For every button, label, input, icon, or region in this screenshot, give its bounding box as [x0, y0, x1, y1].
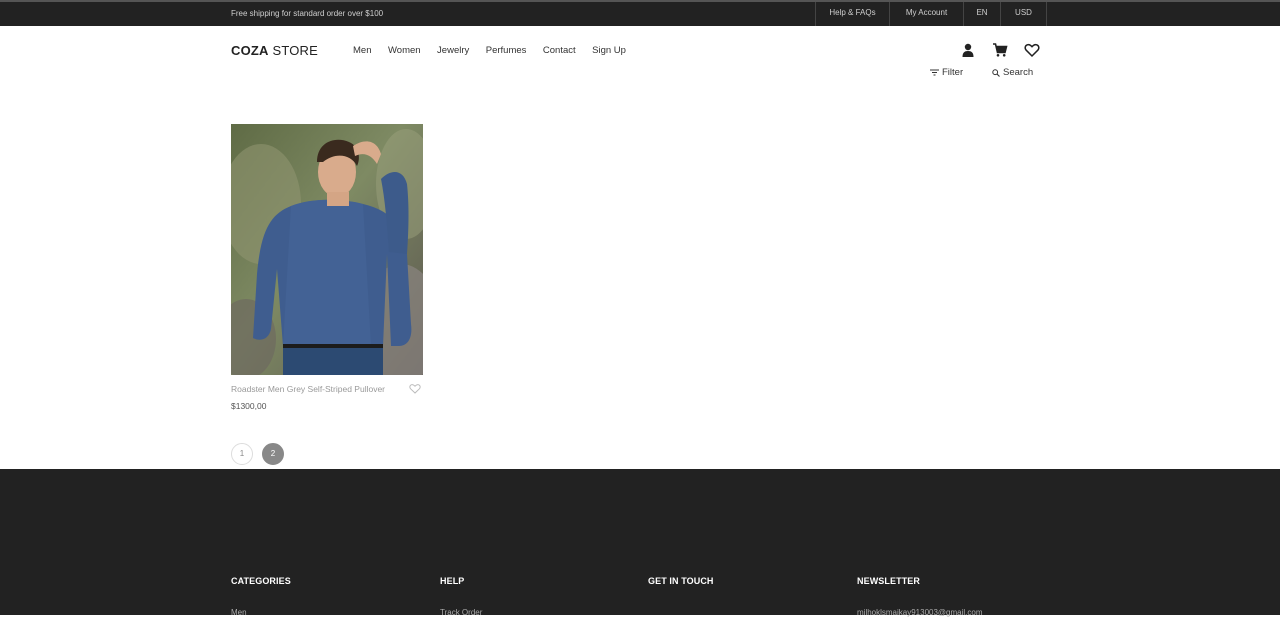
product-card: Roadster Men Grey Self-Striped Pullover … [231, 124, 423, 411]
nav-jewelry[interactable]: Jewelry [437, 45, 469, 56]
footer-category-link[interactable]: Men [231, 608, 291, 617]
nav-men[interactable]: Men [353, 45, 371, 56]
footer: CATEGORIES Men HELP Track Order GET IN T… [0, 469, 1280, 617]
store-logo[interactable]: COZA STORE [231, 43, 318, 58]
pagination: 1 2 [231, 443, 284, 465]
top-bar: Free shipping for standard order over $1… [0, 0, 1280, 26]
main-header: COZA STORE Men Women Jewelry Perfumes Co… [0, 26, 1280, 96]
footer-help-link[interactable]: Track Order [440, 608, 482, 617]
search-icon [992, 68, 1000, 77]
wishlist-heart-icon[interactable] [409, 383, 421, 394]
footer-categories-title: CATEGORIES [231, 576, 291, 586]
nav-contact[interactable]: Contact [543, 45, 576, 56]
footer-contact: GET IN TOUCH [648, 576, 714, 586]
page-1-button[interactable]: 1 [231, 443, 253, 465]
footer-help-title: HELP [440, 576, 465, 586]
filter-label: Filter [942, 67, 964, 78]
help-faqs-link[interactable]: Help & FAQs [815, 2, 889, 26]
language-selector[interactable]: EN [963, 2, 1000, 26]
main-nav: Men Women Jewelry Perfumes Contact Sign … [353, 45, 642, 56]
product-price: $1300,00 [231, 401, 267, 411]
newsletter-email-input[interactable]: milhoklsmaikay913003@gmail.com [857, 608, 983, 617]
nav-perfumes[interactable]: Perfumes [486, 45, 527, 56]
top-links: Help & FAQs My Account EN USD [815, 2, 1047, 26]
currency-selector[interactable]: USD [1000, 2, 1047, 26]
nav-sign-up[interactable]: Sign Up [592, 45, 626, 56]
user-icon[interactable] [960, 42, 976, 58]
search-toggle[interactable]: Search [992, 67, 1033, 78]
logo-rest: STORE [268, 43, 319, 58]
filter-toggle[interactable]: Filter [930, 67, 963, 78]
footer-help: HELP Track Order [440, 576, 482, 617]
logo-bold: COZA [231, 43, 269, 58]
footer-categories: CATEGORIES Men [231, 576, 291, 617]
my-account-link[interactable]: My Account [889, 2, 963, 26]
heart-icon[interactable] [1024, 42, 1040, 58]
shipping-notice: Free shipping for standard order over $1… [231, 9, 384, 18]
product-image[interactable] [231, 124, 423, 375]
cart-icon[interactable] [992, 42, 1008, 58]
footer-newsletter-title: NEWSLETTER [857, 576, 920, 586]
footer-contact-title: GET IN TOUCH [648, 576, 714, 586]
header-icons [960, 42, 1040, 58]
search-label: Search [1003, 67, 1034, 78]
filter-icon [930, 69, 939, 76]
page-2-button[interactable]: 2 [262, 443, 284, 465]
nav-women[interactable]: Women [388, 45, 421, 56]
footer-newsletter: NEWSLETTER milhoklsmaikay913003@gmail.co… [857, 576, 983, 617]
product-name[interactable]: Roadster Men Grey Self-Striped Pullover [231, 384, 385, 394]
